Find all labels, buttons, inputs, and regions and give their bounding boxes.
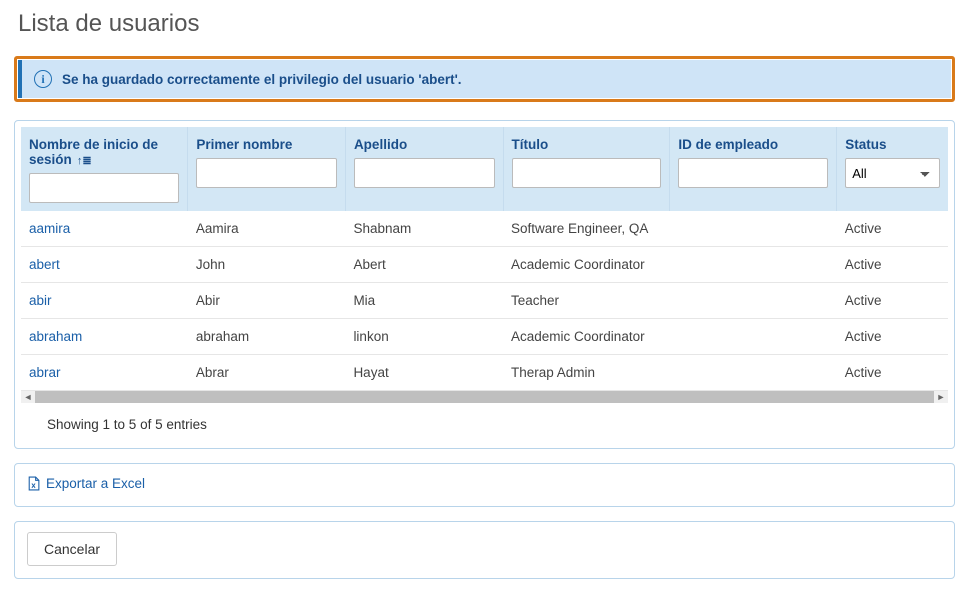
info-icon: i — [34, 70, 52, 88]
scroll-track[interactable] — [35, 391, 934, 403]
cell-first: Abir — [188, 283, 346, 319]
cell-employee — [670, 211, 837, 247]
cell-employee — [670, 247, 837, 283]
table-row[interactable]: abert JohnAbertAcademic Coordinator Active — [21, 247, 948, 283]
cell-last: Mia — [345, 283, 503, 319]
filter-employee-input[interactable] — [678, 158, 828, 188]
cell-employee — [670, 319, 837, 355]
filter-status-select[interactable]: All — [845, 158, 940, 188]
cell-first: abraham — [188, 319, 346, 355]
table-row[interactable]: abrahamabrahamlinkonAcademic Coordinator… — [21, 319, 948, 355]
excel-file-icon — [27, 476, 40, 491]
cell-status: Active — [837, 319, 948, 355]
cell-last: Hayat — [345, 355, 503, 391]
actions-panel: Cancelar — [14, 521, 955, 579]
user-login-link[interactable]: abir — [29, 293, 52, 308]
table-row[interactable]: abrar AbrarHayatTherap Admin Active — [21, 355, 948, 391]
table-row[interactable]: aamira AamiraShabnamSoftware Engineer, QA… — [21, 211, 948, 247]
col-header-login[interactable]: Nombre de inicio de sesión ↑≣ — [21, 127, 188, 211]
cell-employee — [670, 355, 837, 391]
entries-info: Showing 1 to 5 of 5 entries — [21, 403, 948, 436]
cell-status: Active — [837, 247, 948, 283]
cell-title: Teacher — [503, 283, 670, 319]
cell-title: Therap Admin — [503, 355, 670, 391]
cell-status: Active — [837, 211, 948, 247]
cell-status: Active — [837, 283, 948, 319]
user-login-link[interactable]: aamira — [29, 221, 70, 236]
user-login-link[interactable]: abert — [29, 257, 60, 272]
export-label: Exportar a Excel — [46, 476, 145, 491]
horizontal-scrollbar[interactable]: ◄ ► — [21, 391, 948, 403]
cell-login[interactable]: abrar — [21, 355, 188, 391]
col-header-first[interactable]: Primer nombre — [188, 127, 346, 211]
cell-last: linkon — [345, 319, 503, 355]
cell-title: Academic Coordinator — [503, 247, 670, 283]
scroll-right-arrow-icon[interactable]: ► — [934, 391, 948, 403]
col-header-employee[interactable]: ID de empleado — [670, 127, 837, 211]
page-title: Lista de usuarios — [14, 10, 955, 38]
export-excel-link[interactable]: Exportar a Excel — [27, 474, 145, 493]
cell-title: Academic Coordinator — [503, 319, 670, 355]
col-header-status[interactable]: Status All — [837, 127, 948, 211]
user-login-link[interactable]: abrar — [29, 365, 61, 380]
cell-login[interactable]: abert — [21, 247, 188, 283]
cell-last: Shabnam — [345, 211, 503, 247]
col-header-last[interactable]: Apellido — [345, 127, 503, 211]
users-table: Nombre de inicio de sesión ↑≣ Primer nom… — [21, 127, 948, 391]
sort-asc-icon: ↑≣ — [74, 155, 92, 167]
cell-first: Aamira — [188, 211, 346, 247]
cell-status: Active — [837, 355, 948, 391]
scroll-left-arrow-icon[interactable]: ◄ — [21, 391, 35, 403]
filter-first-input[interactable] — [196, 158, 337, 188]
users-table-panel: Nombre de inicio de sesión ↑≣ Primer nom… — [14, 120, 955, 449]
cell-first: Abrar — [188, 355, 346, 391]
cell-employee — [670, 283, 837, 319]
filter-last-input[interactable] — [354, 158, 495, 188]
table-row[interactable]: abir AbirMiaTeacher Active — [21, 283, 948, 319]
cell-last: Abert — [345, 247, 503, 283]
success-alert: i Se ha guardado correctamente el privil… — [14, 56, 955, 102]
cancel-button[interactable]: Cancelar — [27, 532, 117, 566]
alert-message: Se ha guardado correctamente el privileg… — [62, 72, 462, 87]
cell-login[interactable]: aamira — [21, 211, 188, 247]
cell-first: John — [188, 247, 346, 283]
user-login-link[interactable]: abraham — [29, 329, 82, 344]
cell-login[interactable]: abraham — [21, 319, 188, 355]
col-header-title[interactable]: Título — [503, 127, 670, 211]
filter-title-input[interactable] — [512, 158, 662, 188]
filter-login-input[interactable] — [29, 173, 179, 203]
cell-login[interactable]: abir — [21, 283, 188, 319]
cell-title: Software Engineer, QA — [503, 211, 670, 247]
export-panel: Exportar a Excel — [14, 463, 955, 507]
